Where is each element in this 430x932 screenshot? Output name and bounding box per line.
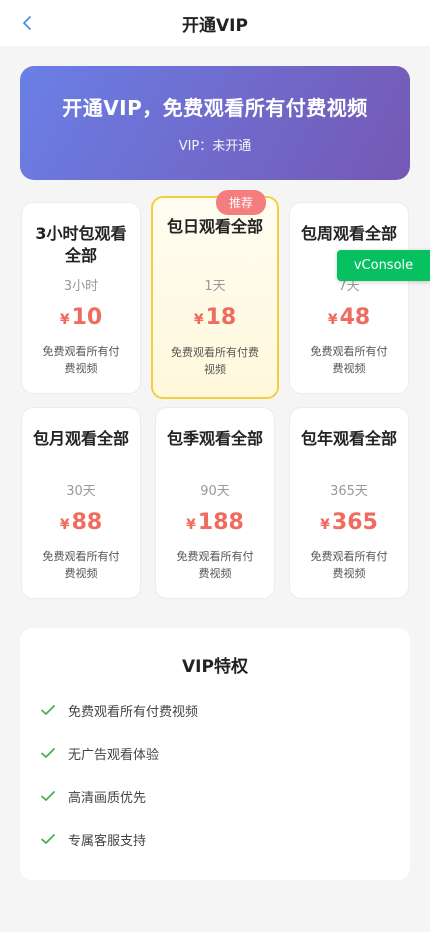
plan-card-quarterly[interactable]: 包季观看全部 90天 ¥188 免费观看所有付费视频 <box>155 407 275 599</box>
check-icon <box>41 791 55 801</box>
plan-description: 免费观看所有付费视频 <box>176 550 254 580</box>
plan-price: ¥48 <box>290 305 408 330</box>
vip-privileges-card: VIP特权 免费观看所有付费视频 无广告观看体验 高清画质优先 专属客服支持 <box>20 628 410 880</box>
privilege-label: 高清画质优先 <box>68 790 147 806</box>
plan-description: 免费观看所有付费视频 <box>310 550 388 580</box>
currency-symbol: ¥ <box>193 312 204 328</box>
currency-symbol: ¥ <box>59 312 70 328</box>
currency-symbol: ¥ <box>327 312 338 328</box>
plan-description: 免费观看所有付费视频 <box>42 550 120 580</box>
plan-price: ¥18 <box>153 305 277 330</box>
privilege-item: 无广告观看体验 <box>40 743 159 763</box>
plan-card-monthly[interactable]: 包月观看全部 30天 ¥88 免费观看所有付费视频 <box>21 407 141 599</box>
privilege-label: 无广告观看体验 <box>68 747 160 763</box>
plan-description: 免费观看所有付费视频 <box>171 346 259 376</box>
currency-symbol: ¥ <box>320 517 330 533</box>
check-icon <box>41 748 55 758</box>
plan-card-daily[interactable]: 包日观看全部 1天 ¥18 免费观看所有付费视频 <box>151 196 279 399</box>
price-value: 48 <box>339 305 371 330</box>
check-icon <box>41 834 55 844</box>
plan-card-yearly[interactable]: 包年观看全部 365天 ¥365 免费观看所有付费视频 <box>289 407 409 599</box>
plan-duration: 1天 <box>204 279 226 294</box>
plan-card-weekly[interactable]: 包周观看全部 7天 ¥48 免费观看所有付费视频 <box>289 202 409 394</box>
plan-price: ¥10 <box>22 305 140 330</box>
price-value: 10 <box>71 305 103 330</box>
plan-duration: 365天 <box>330 484 368 499</box>
plan-name: 包季观看全部 <box>166 429 263 448</box>
currency-symbol: ¥ <box>59 517 70 533</box>
plan-price: ¥188 <box>156 510 274 535</box>
plan-price: ¥365 <box>290 510 408 535</box>
page-title: 开通VIP <box>182 15 248 36</box>
plan-description: 免费观看所有付费视频 <box>42 345 120 375</box>
privilege-item: 专属客服支持 <box>40 829 146 849</box>
plan-name: 包月观看全部 <box>32 429 129 448</box>
check-icon <box>41 705 55 715</box>
privilege-label: 专属客服支持 <box>68 833 147 849</box>
plan-duration: 3小时 <box>63 279 99 294</box>
plan-card-3-hours[interactable]: 3小时包观看全部 3小时 ¥10 免费观看所有付费视频 <box>21 202 141 394</box>
vip-banner: 开通VIP，免费观看所有付费视频 VIP：未开通 <box>20 66 410 180</box>
vip-status: VIP：未开通 <box>178 139 252 154</box>
nav-bar: 开通VIP <box>0 0 430 46</box>
privileges-title: VIP特权 <box>182 657 248 677</box>
plan-name: 包年观看全部 <box>300 429 397 448</box>
plan-price: ¥88 <box>22 510 140 535</box>
price-value: 365 <box>331 510 378 535</box>
privilege-label: 免费观看所有付费视频 <box>68 704 199 720</box>
plan-name: 3小时包观看全部 <box>35 224 127 265</box>
privilege-item: 免费观看所有付费视频 <box>40 700 198 720</box>
price-value: 188 <box>197 510 244 535</box>
plan-name: 包日观看全部 <box>167 217 264 236</box>
price-value: 18 <box>205 305 237 330</box>
recommended-badge: 推荐 <box>216 190 266 215</box>
plan-name: 包周观看全部 <box>300 224 397 243</box>
privilege-item: 高清画质优先 <box>40 786 146 806</box>
plan-duration: 90天 <box>200 484 230 499</box>
banner-title: 开通VIP，免费观看所有付费视频 <box>62 96 368 120</box>
vconsole-button[interactable]: vConsole <box>337 250 430 281</box>
plan-duration: 30天 <box>66 484 96 499</box>
price-value: 88 <box>71 510 103 535</box>
back-button[interactable] <box>14 10 40 36</box>
chevron-left-icon <box>23 16 31 30</box>
plan-description: 免费观看所有付费视频 <box>310 345 388 375</box>
currency-symbol: ¥ <box>186 517 196 533</box>
